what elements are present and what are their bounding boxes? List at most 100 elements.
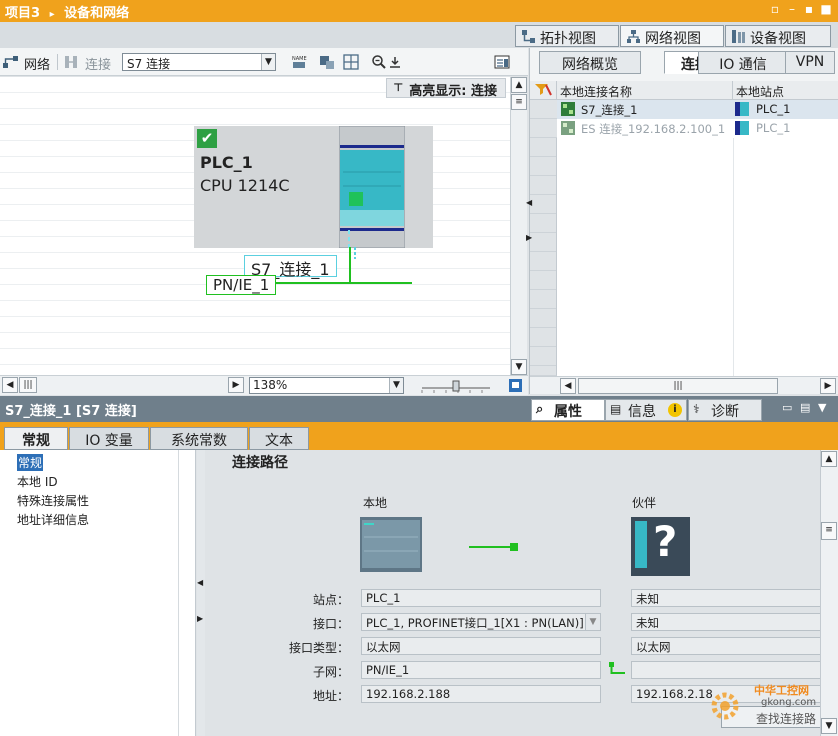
zoom-icon[interactable]: [371, 54, 387, 70]
collapse-nav-icon[interactable]: ◀: [197, 578, 203, 587]
subnet-label[interactable]: PN/IE_1: [206, 275, 277, 295]
find-path-label: 查找连接路: [756, 712, 817, 726]
scroll-down-icon[interactable]: ▼: [821, 718, 837, 734]
tab-vpn[interactable]: VPN: [785, 51, 835, 74]
row-header[interactable]: [530, 119, 557, 138]
row-header[interactable]: [530, 100, 557, 119]
tab-texts[interactable]: 文本: [249, 427, 309, 450]
nav-divider: [178, 450, 179, 736]
network-canvas[interactable]: ⊤ 高亮显示: 连接 ✔ PLC_1 CPU 1214C S7_连接_1 PN/…: [0, 77, 510, 375]
network-icon: [627, 30, 640, 43]
expand-nav-icon[interactable]: ▶: [197, 614, 203, 623]
device-table-icon[interactable]: [319, 54, 335, 70]
network-overview-panel: 网络概览 连接 IO 通信 VPN 本地连接名称 本地站点 S7_连接_1 PL…: [526, 48, 838, 394]
nav-item-general[interactable]: 常规: [17, 454, 44, 471]
overview-panel-icon[interactable]: [494, 54, 510, 70]
hscroll-thumb[interactable]: |||: [19, 377, 37, 393]
column-local-station[interactable]: 本地站点: [733, 81, 838, 100]
connection-mode-button[interactable]: 连接: [85, 54, 111, 73]
network-toolbar: 网络 连接 S7 连接 ▼ NAME: [0, 48, 528, 76]
breadcrumb-project[interactable]: 项目3: [5, 6, 40, 21]
local-subnet-field[interactable]: PN/IE_1: [361, 661, 601, 679]
table-row[interactable]: ES 连接_192.168.2.100_1 PLC_1: [530, 119, 838, 138]
network-mode-button[interactable]: 网络: [24, 54, 50, 73]
scroll-thumb[interactable]: ≡: [511, 94, 527, 110]
connection-path-content: 连接路径 本地 伙伴 ? 站点： PLC_1 未知 接口： PLC_1, PRO…: [205, 450, 824, 736]
scroll-left-icon[interactable]: ◀: [2, 377, 18, 393]
expand-right-icon[interactable]: ▶: [526, 233, 532, 242]
collapse-left-icon[interactable]: ◀: [526, 198, 532, 207]
connection-name: ES 连接_192.168.2.100_1: [581, 122, 726, 136]
device-icon: [732, 30, 745, 43]
partner-subnet-field[interactable]: [631, 661, 821, 679]
chevron-down-icon[interactable]: ▼: [261, 54, 275, 70]
connection-type-select[interactable]: S7 连接 ▼: [122, 53, 276, 71]
restore-icon[interactable]: ▫: [768, 2, 782, 18]
highlight-bar[interactable]: ⊤ 高亮显示: 连接: [386, 78, 506, 99]
tab-device-view[interactable]: 设备视图: [725, 25, 831, 47]
canvas-vertical-scrollbar[interactable]: ▲ ≡ ▼: [510, 77, 527, 375]
tab-system-constants[interactable]: 系统常数: [150, 427, 248, 450]
scroll-left-icon[interactable]: ◀: [560, 378, 576, 394]
tab-diagnostics[interactable]: ⚕ 诊断: [688, 399, 762, 421]
nav-item-address-details[interactable]: 地址详细信息: [17, 511, 89, 528]
scroll-thumb[interactable]: ≡: [821, 522, 837, 540]
name-assign-icon[interactable]: NAME: [291, 54, 307, 70]
tab-io-communication[interactable]: IO 通信: [698, 51, 788, 74]
diagnostics-icon: ⚕: [693, 402, 700, 416]
nav-splitter[interactable]: ◀ ▶: [197, 450, 205, 736]
close-icon[interactable]: ■: [819, 2, 833, 18]
check-icon: ✔: [197, 129, 217, 148]
collapse-panel-icon[interactable]: ▼: [818, 401, 826, 414]
tab-device-label: 设备视图: [750, 31, 806, 47]
scroll-right-icon[interactable]: ▶: [820, 378, 836, 394]
station-name: PLC_1: [756, 121, 791, 135]
pin-icon[interactable]: ⊤: [393, 81, 403, 94]
station-icon: [735, 121, 749, 135]
scroll-down-icon[interactable]: ▼: [511, 359, 527, 375]
tab-info[interactable]: ▤ 信息 i: [605, 399, 687, 421]
table-row[interactable]: S7_连接_1 PLC_1: [530, 100, 838, 119]
hscroll-thumb[interactable]: |||: [578, 378, 778, 394]
column-filter-header[interactable]: [530, 81, 557, 100]
partner-interface-type-field[interactable]: 以太网: [631, 637, 821, 655]
minimize-icon[interactable]: –: [785, 2, 799, 18]
maximize-icon[interactable]: ▪: [802, 2, 816, 18]
grid-icon[interactable]: [343, 54, 359, 70]
scroll-up-icon[interactable]: ▲: [821, 451, 837, 467]
download-icon[interactable]: [389, 56, 401, 69]
column-local-connection-name[interactable]: 本地连接名称: [557, 81, 733, 100]
partner-station-field[interactable]: 未知: [631, 589, 821, 607]
tab-topology-view[interactable]: 拓扑视图: [515, 25, 619, 47]
zoom-slider[interactable]: [420, 379, 492, 393]
plc-device-box[interactable]: ✔ PLC_1 CPU 1214C: [194, 126, 433, 248]
partner-interface-field[interactable]: 未知: [631, 613, 821, 631]
local-interface-select[interactable]: PLC_1, PROFINET接口_1[X1 : PN(LAN)] ▼: [361, 613, 601, 631]
connections-table: 本地连接名称 本地站点 S7_连接_1 PLC_1 ES 连接_192.168.…: [530, 81, 838, 376]
zoom-select[interactable]: 138% ▼: [249, 377, 404, 394]
navigator-icon[interactable]: [508, 378, 523, 393]
content-vertical-scrollbar[interactable]: ▲ ≡ ▼: [820, 450, 838, 736]
properties-icon: ⌕: [536, 402, 544, 417]
tab-network-overview[interactable]: 网络概览: [539, 51, 641, 74]
interface-chevron-icon[interactable]: ▼: [585, 614, 600, 630]
interface-type-label: 接口类型：: [288, 641, 349, 655]
info-tab-icon: ▤: [610, 402, 622, 416]
tab-general[interactable]: 常规: [4, 427, 68, 450]
local-link-line: [469, 543, 518, 551]
local-station-field[interactable]: PLC_1: [361, 589, 601, 607]
restore-panel-icon[interactable]: ▭: [782, 401, 792, 414]
tab-properties[interactable]: ⌕ 属性: [531, 399, 605, 421]
question-icon: ?: [653, 517, 678, 566]
s7-connection-label[interactable]: S7_连接_1: [244, 255, 337, 279]
local-address-field[interactable]: 192.168.2.188: [361, 685, 601, 703]
local-interface-type-field[interactable]: 以太网: [361, 637, 601, 655]
nav-item-special-properties[interactable]: 特殊连接属性: [17, 492, 89, 509]
float-panel-icon[interactable]: ▤: [800, 401, 810, 414]
zoom-chevron-icon[interactable]: ▼: [389, 378, 403, 393]
nav-item-local-id[interactable]: 本地 ID: [17, 473, 58, 490]
tab-network-view[interactable]: 网络视图: [620, 25, 724, 47]
scroll-right-icon[interactable]: ▶: [228, 377, 244, 393]
scroll-up-icon[interactable]: ▲: [511, 77, 527, 93]
tab-io-tags[interactable]: IO 变量: [69, 427, 149, 450]
